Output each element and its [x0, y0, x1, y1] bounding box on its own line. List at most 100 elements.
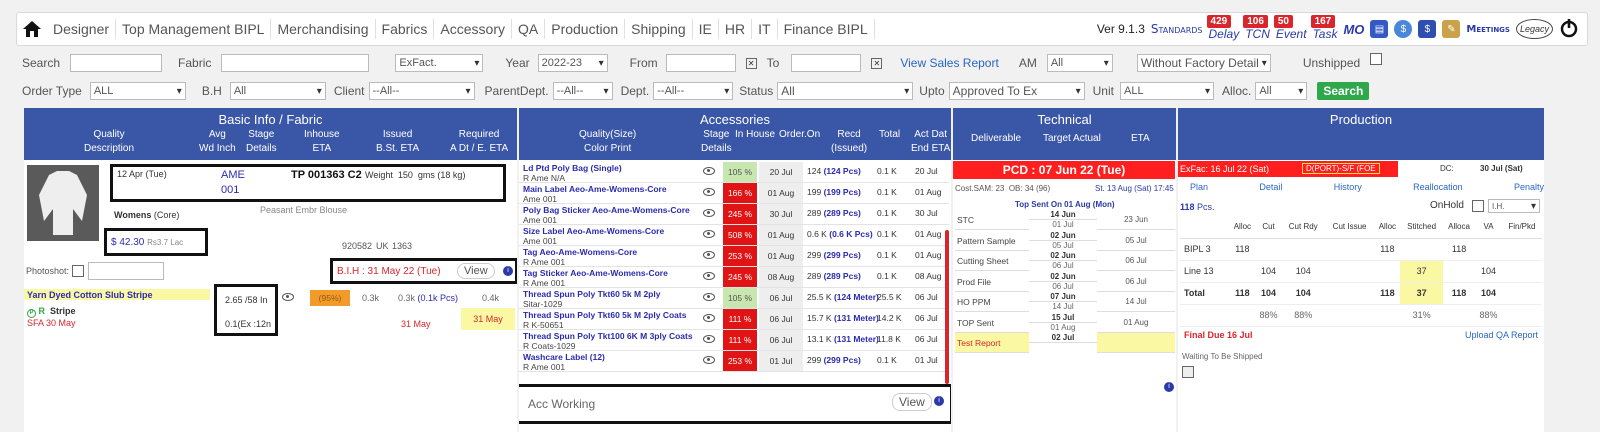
delay-link[interactable]: 429 Delay [1206, 15, 1239, 41]
tech-info-icon[interactable]: i [1164, 382, 1174, 392]
clear-to-icon[interactable]: ✕ [871, 57, 883, 69]
accessory-name[interactable]: Thread Spun Poly Tkt60 5k M 2ply [523, 289, 660, 299]
accessory-row[interactable]: Washcare Label (12) R Ame 001 253 % 01 J… [519, 351, 949, 372]
view-icon[interactable] [703, 230, 715, 238]
currency-icon[interactable]: $ [1394, 20, 1413, 38]
accessory-name[interactable]: Washcare Label (12) [523, 352, 605, 362]
event-link[interactable]: 50 Event [1273, 15, 1307, 41]
accessories-scrollbar[interactable] [945, 230, 949, 384]
menu-item-2[interactable]: Merchandising [271, 19, 376, 39]
menu-item-3[interactable]: Fabrics [376, 19, 435, 39]
view-icon[interactable] [703, 251, 715, 259]
menu-item-11[interactable]: Finance BIPL [778, 19, 875, 39]
upto-select[interactable]: Approved To Ex [948, 82, 1085, 100]
waiting-checkbox[interactable] [1182, 366, 1194, 378]
menu-item-9[interactable]: HR [719, 19, 753, 39]
unshipped-checkbox[interactable] [1370, 53, 1383, 65]
acc-info-icon[interactable]: i [934, 396, 944, 406]
view-icon[interactable] [703, 209, 715, 217]
accessory-row[interactable]: Thread Spun Poly Tkt60 5k M 2ply Coats R… [519, 309, 949, 330]
menu-item-6[interactable]: Production [545, 19, 626, 39]
accessory-row[interactable]: Tag Sticker Aeo-Ame-Womens-Core R Ame 00… [519, 267, 949, 288]
accessory-row[interactable]: Thread Spun Poly Tkt100 6K M 3ply Coats … [519, 330, 949, 351]
accessory-name[interactable]: Main Label Aeo-Ame-Womens-Core [523, 184, 667, 194]
production-link-penalty[interactable]: Penalty [1514, 182, 1544, 192]
view-icon[interactable] [703, 188, 715, 196]
accessory-name[interactable]: Thread Spun Poly Tkt100 6K M 3ply Coats [523, 331, 693, 341]
search-input[interactable] [70, 54, 163, 72]
production-link-history[interactable]: History [1334, 182, 1362, 192]
accessory-row[interactable]: Ld Ptd Poly Bag (Single) R Ame N/A 105 %… [519, 162, 949, 183]
am-select[interactable]: All [1046, 54, 1113, 72]
photoshot-checkbox[interactable] [72, 265, 84, 277]
onhold-checkbox[interactable] [1472, 200, 1484, 212]
production-link-detail[interactable]: Detail [1259, 182, 1282, 192]
unit-select[interactable]: ALL [1119, 82, 1214, 100]
accessory-name[interactable]: Tag Sticker Aeo-Ame-Womens-Core [523, 268, 668, 278]
menu-item-8[interactable]: IE [693, 19, 719, 39]
menu-item-10[interactable]: IT [752, 19, 778, 39]
factory-detail-select[interactable]: Without Factory Detail [1136, 54, 1271, 72]
menu-item-7[interactable]: Shipping [625, 19, 693, 39]
ih-select[interactable]: I.H. [1488, 199, 1540, 213]
menu-item-0[interactable]: Designer [47, 19, 117, 39]
mo-link[interactable]: MO [1343, 22, 1364, 37]
view-icon[interactable] [703, 167, 715, 175]
tcn-link[interactable]: 106 TCN [1243, 15, 1270, 41]
accessory-name[interactable]: Tag Aeo-Ame-Womens-Core [523, 247, 637, 257]
menu-item-5[interactable]: QA [512, 19, 546, 39]
bh-select[interactable]: All [229, 82, 326, 100]
accessory-row[interactable]: Main Label Aeo-Ame-Womens-Core Ame 001 1… [519, 183, 949, 204]
legacy-button[interactable]: Legacy [1515, 19, 1553, 39]
order-date: 01 Aug [759, 183, 803, 203]
year-select[interactable]: 2022-23 [537, 54, 608, 72]
menu-item-1[interactable]: Top Management BIPL [116, 19, 272, 39]
date-type-select[interactable]: ExFact. [395, 54, 484, 72]
accessory-name[interactable]: Ld Ptd Poly Bag (Single) [523, 163, 622, 173]
accessory-row[interactable]: Poly Bag Sticker Aeo-Ame-Womens-Core Ame… [519, 204, 949, 225]
power-icon[interactable] [1559, 18, 1579, 41]
alloc-select[interactable]: All [1255, 82, 1308, 100]
view-icon[interactable] [703, 356, 715, 364]
fabric-name[interactable]: Yarn Dyed Cotton Slub Stripe [27, 290, 153, 300]
accessory-name[interactable]: Size Label Aeo-Ame-Womens-Core [523, 226, 664, 236]
parent-dept-select[interactable]: --All-- [552, 82, 613, 100]
home-icon[interactable] [17, 13, 47, 45]
view-icon[interactable] [703, 314, 715, 322]
bih-view-button[interactable]: View [457, 263, 495, 279]
info-icon[interactable]: i [503, 266, 513, 276]
tp-number[interactable]: TP 001363 C2 [291, 169, 362, 181]
garment-photo[interactable] [27, 165, 99, 241]
accessory-name[interactable]: Thread Spun Poly Tkt60 5k M 2ply Coats [523, 310, 686, 320]
production-link-plan[interactable]: Plan [1190, 182, 1208, 192]
meetings-link[interactable]: Meetings [1466, 24, 1510, 35]
search-button[interactable]: Search [1317, 82, 1370, 100]
client-select[interactable]: --All-- [368, 82, 475, 100]
view-icon[interactable] [703, 272, 715, 280]
view-sales-report-link[interactable]: View Sales Report [900, 56, 999, 70]
view-icon[interactable] [703, 293, 715, 301]
acc-view-button[interactable]: View [892, 393, 932, 411]
dept-select[interactable]: --All-- [653, 82, 734, 100]
from-date-input[interactable] [665, 54, 736, 72]
to-date-input[interactable] [791, 54, 862, 72]
notebook-icon[interactable]: ✎ [1442, 20, 1461, 38]
task-link[interactable]: 167 Task [1310, 15, 1337, 41]
view-icon[interactable] [282, 293, 294, 301]
upload-qa-link[interactable]: Upload QA Report [1465, 330, 1538, 340]
order-type-select[interactable]: ALL [89, 82, 186, 100]
document-icon[interactable]: ▤ [1370, 20, 1389, 38]
dollar-doc-icon[interactable]: $ [1418, 20, 1437, 38]
clear-from-icon[interactable]: ✕ [745, 57, 757, 69]
accessory-row[interactable]: Thread Spun Poly Tkt60 5k M 2ply Sitar-1… [519, 288, 949, 309]
accessory-row[interactable]: Size Label Aeo-Ame-Womens-Core Ame 001 5… [519, 225, 949, 246]
view-icon[interactable] [703, 335, 715, 343]
fabric-input[interactable] [221, 54, 370, 72]
accessory-row[interactable]: Tag Aeo-Ame-Womens-Core R Ame 001 253 % … [519, 246, 949, 267]
accessory-name[interactable]: Poly Bag Sticker Aeo-Ame-Womens-Core [523, 205, 690, 215]
production-link-reallocation[interactable]: Reallocation [1413, 182, 1463, 192]
photoshot-input[interactable] [88, 262, 164, 280]
menu-item-4[interactable]: Accessory [434, 19, 512, 39]
status-select[interactable]: All [777, 82, 914, 100]
standards-link[interactable]: Standards [1151, 22, 1203, 36]
